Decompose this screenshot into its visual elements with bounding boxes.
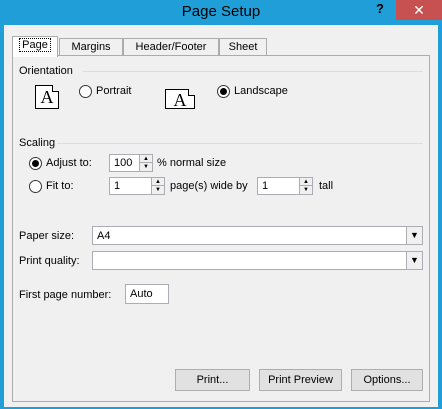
spin-down-icon[interactable]: ▼ [140, 163, 152, 171]
portrait-label: Portrait [96, 85, 131, 97]
dialog-client: Page Margins Header/Footer Sheet Orienta… [4, 25, 438, 407]
page-tab-panel: Orientation A Portrait A Landscape Scali… [12, 55, 430, 402]
adjust-to-radio[interactable] [29, 157, 42, 170]
adjust-to-stepper[interactable]: 100 ▲ ▼ [109, 154, 153, 172]
paper-size-value: A4 [97, 230, 111, 242]
print-preview-button[interactable]: Print Preview [259, 369, 342, 391]
scaling-divider [57, 143, 423, 144]
fit-wide-stepper[interactable]: 1 ▲ ▼ [109, 177, 165, 195]
chevron-down-icon[interactable]: ▼ [406, 227, 422, 244]
fit-to-radio[interactable] [29, 180, 42, 193]
tab-margins[interactable]: Margins [59, 38, 123, 56]
adjust-to-suffix: % normal size [157, 157, 227, 169]
close-button[interactable]: ✕ [396, 0, 442, 20]
fit-wide-suffix: page(s) wide by [170, 180, 248, 192]
print-button[interactable]: Print... [175, 369, 250, 391]
portrait-page-icon: A [35, 85, 59, 109]
first-page-number-value: Auto [130, 288, 153, 300]
orientation-divider [83, 71, 423, 72]
options-button[interactable]: Options... [351, 369, 423, 391]
print-quality-label: Print quality: [19, 255, 80, 267]
spin-down-icon[interactable]: ▼ [300, 186, 312, 194]
fit-tall-spin-buttons[interactable]: ▲ ▼ [299, 178, 312, 194]
spin-up-icon[interactable]: ▲ [140, 155, 152, 163]
adjust-to-spin-buttons[interactable]: ▲ ▼ [139, 155, 152, 171]
print-quality-select[interactable]: ▼ [92, 251, 423, 270]
fit-wide-value: 1 [114, 180, 121, 192]
tab-page-label: Page [19, 38, 51, 52]
scaling-group-label: Scaling [19, 137, 56, 149]
spin-down-icon[interactable]: ▼ [152, 186, 164, 194]
chevron-down-icon[interactable]: ▼ [406, 252, 422, 269]
paper-size-select[interactable]: A4 ▼ [92, 226, 423, 245]
tab-page[interactable]: Page [12, 36, 58, 57]
portrait-label-text: Portrait [96, 85, 132, 97]
first-page-number-input[interactable]: Auto [125, 284, 169, 304]
landscape-page-icon: A [165, 89, 195, 110]
first-page-number-label: First page number: [19, 289, 112, 301]
fit-tall-value: 1 [262, 180, 269, 192]
landscape-radio[interactable] [217, 85, 230, 98]
tab-header-footer[interactable]: Header/Footer [123, 38, 219, 56]
spin-up-icon[interactable]: ▲ [300, 178, 312, 186]
portrait-radio[interactable] [79, 85, 92, 98]
adjust-to-label: Adjust to: [46, 157, 92, 169]
spin-up-icon[interactable]: ▲ [152, 178, 164, 186]
fit-tall-stepper[interactable]: 1 ▲ ▼ [257, 177, 313, 195]
adjust-to-value: 100 [114, 157, 133, 169]
title-bar: Page Setup ? ✕ [0, 0, 442, 25]
paper-size-label: Paper size: [19, 230, 75, 242]
tab-sheet[interactable]: Sheet [219, 38, 267, 56]
fit-to-label: Fit to: [46, 180, 74, 192]
landscape-label: Landscape [234, 85, 288, 97]
help-button[interactable]: ? [370, 1, 390, 19]
fit-tall-suffix: tall [319, 180, 334, 192]
orientation-group-label: Orientation [19, 65, 73, 77]
fit-wide-spin-buttons[interactable]: ▲ ▼ [151, 178, 164, 194]
